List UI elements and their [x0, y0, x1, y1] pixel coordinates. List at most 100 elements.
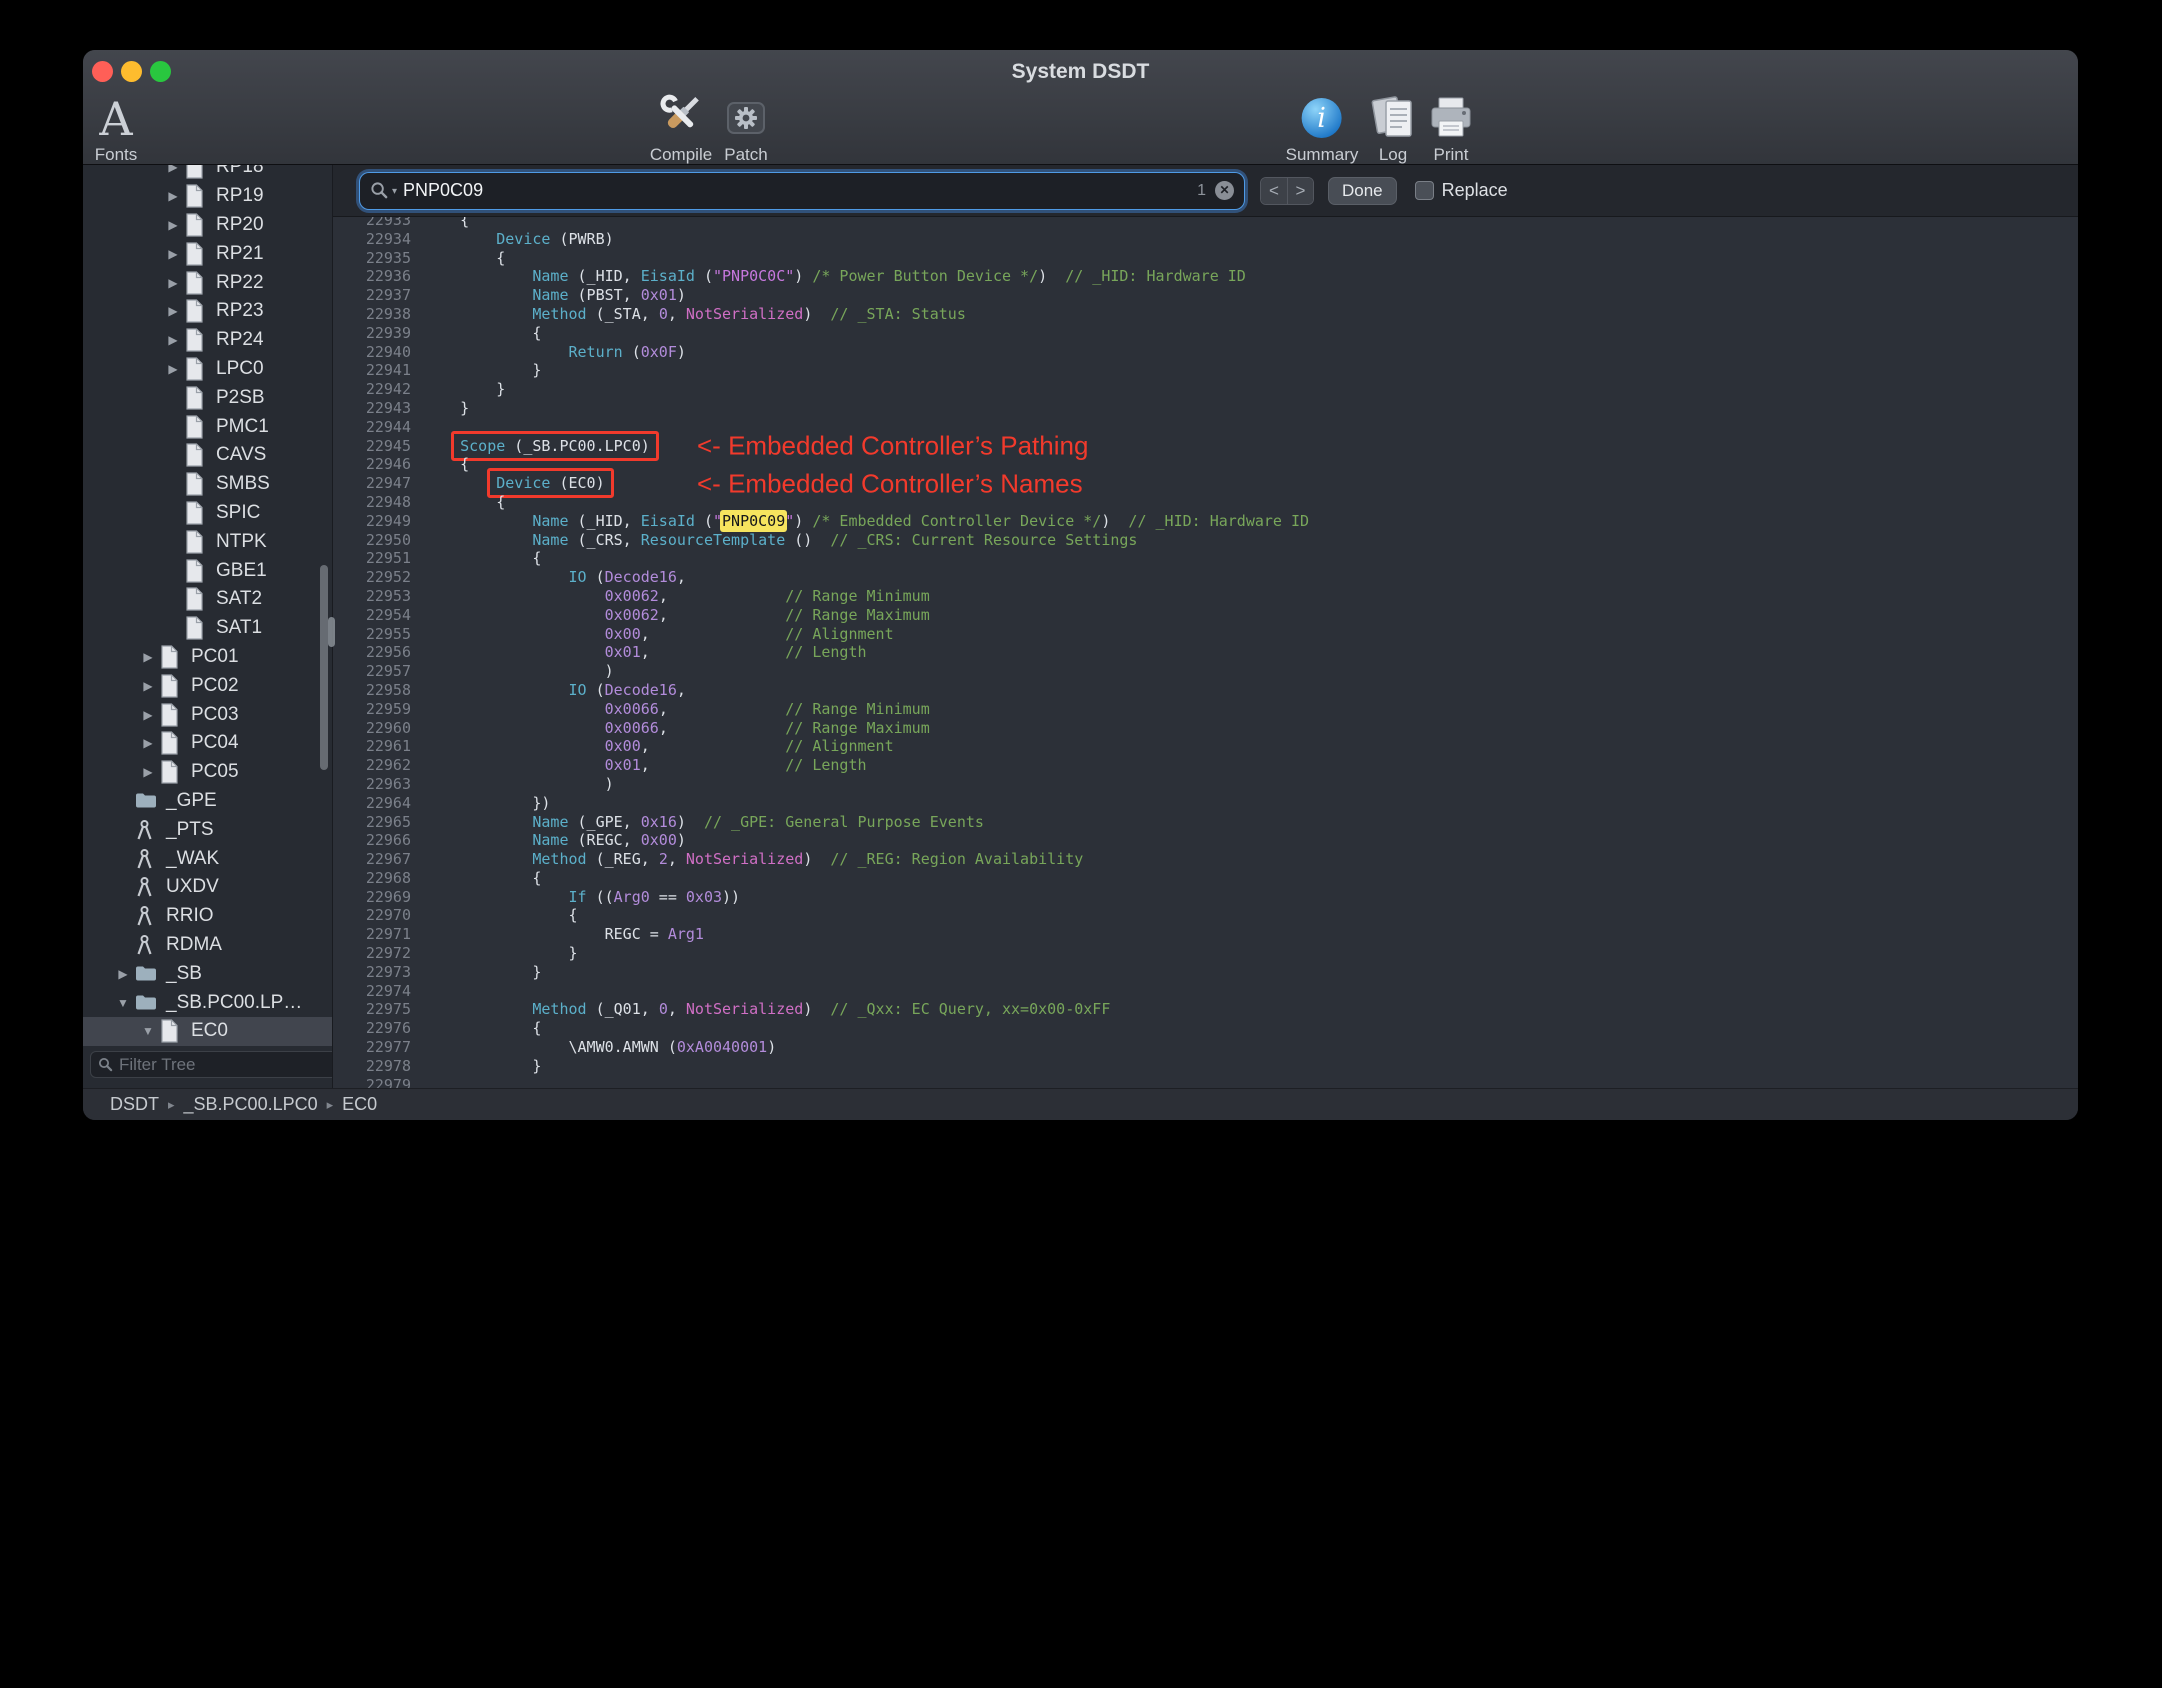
chevron-right-icon[interactable]: ▶: [136, 736, 160, 750]
code-line[interactable]: 22934 Device (PWRB): [333, 230, 2078, 249]
search-icon[interactable]: [370, 181, 389, 200]
sidebar-item-RP24[interactable]: ▶ RP24: [83, 326, 332, 355]
sidebar-item-RP23[interactable]: ▶ RP23: [83, 297, 332, 326]
patch-button[interactable]: Patch: [722, 90, 770, 165]
sidebar-item-UXDV[interactable]: UXDV: [83, 873, 332, 902]
code-line[interactable]: 22943 }: [333, 399, 2078, 418]
code-line[interactable]: 22935 {: [333, 249, 2078, 268]
code-line[interactable]: 22974: [333, 982, 2078, 1001]
clear-search-icon[interactable]: ✕: [1215, 181, 1234, 200]
filter-tree-input[interactable]: [119, 1054, 332, 1075]
sidebar-item-RDMA[interactable]: RDMA: [83, 931, 332, 960]
code-line[interactable]: 22965 Name (_GPE, 0x16) // _GPE: General…: [333, 813, 2078, 832]
sidebar-item-RP21[interactable]: ▶ RP21: [83, 239, 332, 268]
code-line[interactable]: 22952 IO (Decode16,: [333, 568, 2078, 587]
chevron-right-icon[interactable]: ▶: [136, 679, 160, 693]
sidebar-item-RP22[interactable]: ▶ RP22: [83, 268, 332, 297]
log-button[interactable]: Log: [1369, 90, 1417, 165]
sidebar-item-PC01[interactable]: ▶ PC01: [83, 643, 332, 672]
sidebar-item-_PTS[interactable]: _PTS: [83, 815, 332, 844]
chevron-right-icon[interactable]: ▶: [136, 650, 160, 664]
chevron-right-icon[interactable]: ▶: [161, 218, 185, 232]
code-editor[interactable]: 22933 {22934 Device (PWRB) 22935 {22936 N…: [333, 217, 2078, 1088]
code-line[interactable]: 22960 0x0066, // Range Maximum: [333, 719, 2078, 738]
sidebar-item-SPIC[interactable]: SPIC: [83, 499, 332, 528]
code-line[interactable]: 22941 }: [333, 361, 2078, 380]
code-line[interactable]: 22939 {: [333, 324, 2078, 343]
code-line[interactable]: 22951 {: [333, 549, 2078, 568]
sidebar-item-_GPE[interactable]: _GPE: [83, 787, 332, 816]
code-line[interactable]: 22979: [333, 1076, 2078, 1088]
sidebar-item-SMBS[interactable]: SMBS: [83, 470, 332, 499]
sidebar-item-NTPK[interactable]: NTPK: [83, 527, 332, 556]
sidebar-item-SAT2[interactable]: SAT2: [83, 585, 332, 614]
sidebar-item-CAVS[interactable]: CAVS: [83, 441, 332, 470]
sidebar-item-EC0[interactable]: ▼ EC0: [83, 1016, 332, 1046]
code-line[interactable]: 22956 0x01, // Length: [333, 643, 2078, 662]
code-line[interactable]: 22962 0x01, // Length: [333, 756, 2078, 775]
chevron-down-icon[interactable]: ▼: [111, 996, 135, 1010]
code-line[interactable]: 22950 Name (_CRS, ResourceTemplate () //…: [333, 531, 2078, 550]
sidebar-item-_SB[interactable]: ▶ _SB: [83, 959, 332, 988]
sidebar-item-PC05[interactable]: ▶ PC05: [83, 758, 332, 787]
chevron-right-icon[interactable]: ▶: [161, 333, 185, 347]
chevron-right-icon[interactable]: ▶: [136, 708, 160, 722]
sidebar-item-RRIO[interactable]: RRIO: [83, 902, 332, 931]
pane-splitter-handle[interactable]: [328, 617, 335, 647]
sidebar-item-LPC0[interactable]: ▶ LPC0: [83, 355, 332, 384]
code-line[interactable]: 22945 Scope (_SB.PC00.LPC0) <- Embedded C…: [333, 430, 2078, 461]
sidebar-scrollbar[interactable]: [320, 565, 328, 770]
sidebar-item-PC03[interactable]: ▶ PC03: [83, 700, 332, 729]
find-next-button[interactable]: >: [1287, 177, 1313, 204]
code-line[interactable]: 22969 If ((Arg0 == 0x03)): [333, 888, 2078, 907]
sidebar-item-PMC1[interactable]: PMC1: [83, 412, 332, 441]
search-menu-chevron-icon[interactable]: ▾: [392, 186, 397, 197]
code-line[interactable]: 22936 Name (_HID, EisaId ("PNP0C0C") /* …: [333, 267, 2078, 286]
code-line[interactable]: 22953 0x0062, // Range Minimum: [333, 587, 2078, 606]
code-line[interactable]: 22942 }: [333, 380, 2078, 399]
summary-button[interactable]: i Summary: [1286, 90, 1358, 165]
code-line[interactable]: 22963 ): [333, 775, 2078, 794]
code-line[interactable]: 22973 }: [333, 963, 2078, 982]
chevron-right-icon[interactable]: ▶: [161, 247, 185, 261]
code-line[interactable]: 22947 Device (EC0) <- Embedded Controller…: [333, 468, 2078, 499]
code-line[interactable]: 22958 IO (Decode16,: [333, 681, 2078, 700]
code-line[interactable]: 22967 Method (_REG, 2, NotSerialized) //…: [333, 850, 2078, 869]
code-line[interactable]: 22954 0x0062, // Range Maximum: [333, 606, 2078, 625]
chevron-right-icon[interactable]: ▶: [136, 765, 160, 779]
find-previous-button[interactable]: <: [1261, 177, 1287, 204]
code-line[interactable]: 22937 Name (PBST, 0x01): [333, 286, 2078, 305]
breadcrumb-item[interactable]: _SB.PC00.LPC0: [184, 1094, 318, 1115]
done-button[interactable]: Done: [1328, 176, 1397, 205]
print-button[interactable]: Print: [1426, 90, 1476, 165]
code-line[interactable]: 22949 Name (_HID, EisaId ("PNP0C09") /* …: [333, 509, 2078, 532]
find-input[interactable]: [403, 180, 1198, 201]
sidebar-item-RP20[interactable]: ▶ RP20: [83, 211, 332, 240]
code-line[interactable]: 22964 }): [333, 794, 2078, 813]
replace-checkbox[interactable]: [1414, 181, 1434, 200]
code-line[interactable]: 22971 REGC = Arg1: [333, 925, 2078, 944]
code-line[interactable]: 22970 {: [333, 906, 2078, 925]
code-line[interactable]: 22978 }: [333, 1057, 2078, 1076]
sidebar-item-RP19[interactable]: ▶ RP19: [83, 182, 332, 211]
code-line[interactable]: 22959 0x0066, // Range Minimum: [333, 700, 2078, 719]
breadcrumb-item[interactable]: EC0: [342, 1094, 377, 1115]
chevron-right-icon[interactable]: ▶: [161, 189, 185, 203]
chevron-down-icon[interactable]: ▼: [136, 1024, 160, 1038]
fonts-button[interactable]: A Fonts: [95, 90, 138, 165]
code-line[interactable]: 22955 0x00, // Alignment: [333, 625, 2078, 644]
code-line[interactable]: 22977 \AMW0.AMWN (0xA0040001): [333, 1038, 2078, 1057]
code-line[interactable]: 22961 0x00, // Alignment: [333, 737, 2078, 756]
sidebar-item-RP18[interactable]: ▶ RP18: [83, 165, 332, 182]
sidebar-item-PC04[interactable]: ▶ PC04: [83, 729, 332, 758]
breadcrumb-item[interactable]: DSDT: [110, 1094, 159, 1115]
code-line[interactable]: 22975 Method (_Q01, 0, NotSerialized) //…: [333, 1000, 2078, 1019]
code-line[interactable]: 22972 }: [333, 944, 2078, 963]
chevron-right-icon[interactable]: ▶: [161, 276, 185, 290]
code-line[interactable]: 22976 {: [333, 1019, 2078, 1038]
code-line[interactable]: 22957 ): [333, 662, 2078, 681]
code-line[interactable]: 22938 Method (_STA, 0, NotSerialized) //…: [333, 305, 2078, 324]
code-line[interactable]: 22968 {: [333, 869, 2078, 888]
sidebar-item-GBE1[interactable]: GBE1: [83, 556, 332, 585]
find-field[interactable]: ▾ 1 ✕: [360, 172, 1244, 209]
